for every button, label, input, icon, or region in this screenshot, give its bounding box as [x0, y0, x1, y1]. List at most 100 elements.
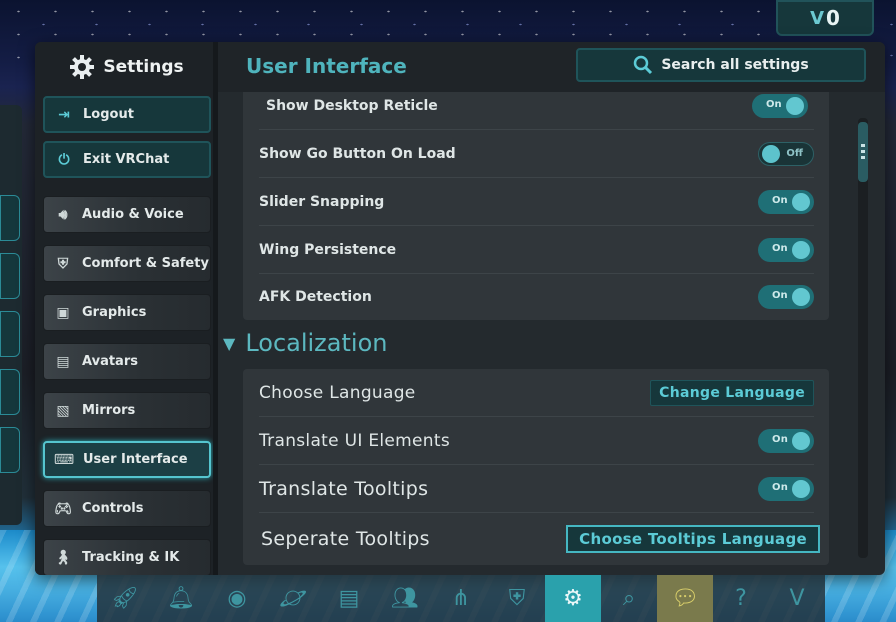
- shield-icon: ⛨: [57, 255, 69, 272]
- page-header: User Interface Search all settings: [218, 42, 885, 92]
- image-icon: ▣: [56, 304, 70, 321]
- sidebar-item-tracking-ik[interactable]: 🚶︎ Tracking & IK: [43, 539, 211, 575]
- shield-icon[interactable]: ⛨: [489, 575, 545, 622]
- setting-row: Translate UI Elements On: [259, 417, 814, 465]
- setting-row: Choose Language Change Language: [259, 369, 814, 417]
- figure-icon: 🚶︎: [54, 549, 72, 566]
- currency-balance[interactable]: V 0: [776, 0, 874, 36]
- sidebar-header: Settings: [35, 42, 218, 92]
- page-title: User Interface: [246, 54, 407, 78]
- setting-label: Seperate Tooltips: [261, 528, 430, 550]
- sidebar-item-user-interface[interactable]: ⌨ User Interface: [43, 441, 211, 478]
- sidebar-item-label: Mirrors: [82, 403, 136, 418]
- setting-label: Show Go Button On Load: [259, 145, 456, 162]
- help-icon[interactable]: ?: [713, 575, 769, 622]
- setting-row: Slider Snapping On: [259, 178, 814, 226]
- sidebar-item-label: Graphics: [82, 305, 147, 320]
- toggle-state: On: [772, 194, 788, 206]
- toggle-knob: [792, 479, 810, 498]
- toggle-state: On: [772, 433, 789, 445]
- setting-label: Translate Tooltips: [259, 477, 429, 500]
- ui-settings-card: Show Desktop Reticle On Show Go Button O…: [243, 92, 829, 320]
- slider-snapping-toggle[interactable]: On: [758, 189, 814, 214]
- setting-label: Show Desktop Reticle: [266, 97, 438, 114]
- power-icon: ⏻: [58, 151, 70, 168]
- grip-icon: [861, 144, 865, 160]
- quick-menu-dock: 🚀︎ 🔔︎ ◉ 🪐︎ ▤ 👥︎ ⋔ ⛨ ⚙ ⌕ 💬︎ ? V: [97, 575, 825, 622]
- setting-label: Choose Language: [259, 382, 416, 403]
- sidebar-item-label: Tracking & IK: [82, 550, 180, 565]
- toggle-knob: [786, 96, 804, 115]
- sidebar-item-label: Audio & Voice: [82, 207, 184, 222]
- sidebar-item-label: Avatars: [82, 354, 138, 369]
- sidebar-item-label: User Interface: [83, 452, 188, 467]
- wing-persistence-toggle[interactable]: On: [758, 237, 814, 262]
- rocket-icon[interactable]: 🚀︎: [97, 575, 153, 622]
- toggle-state: On: [772, 481, 789, 493]
- gear-icon: [69, 54, 95, 80]
- setting-row: Seperate Tooltips Choose Tooltips Langua…: [259, 515, 820, 563]
- logout-icon: ⇥: [58, 106, 70, 123]
- sidebar-item-mirrors[interactable]: ▧ Mirrors: [43, 392, 211, 429]
- setting-label: Translate UI Elements: [259, 430, 450, 451]
- background-chip: [0, 427, 20, 473]
- settings-sidebar: Settings ⇥ Logout ⏻ Exit VRChat 🔊︎ Audio…: [35, 42, 218, 575]
- gamepad-icon: 🎮︎: [54, 500, 72, 517]
- show-desktop-reticle-toggle[interactable]: On: [752, 93, 808, 118]
- toggle-state: Off: [786, 147, 803, 159]
- localization-section-header[interactable]: ▼ Localization: [223, 329, 387, 357]
- settings-window: Settings ⇥ Logout ⏻ Exit VRChat 🔊︎ Audio…: [35, 42, 885, 575]
- user-icon[interactable]: ◉: [209, 575, 265, 622]
- search-icon[interactable]: ⌕: [601, 575, 657, 622]
- show-go-button-toggle[interactable]: Off: [758, 141, 814, 166]
- search-all-settings-button[interactable]: Search all settings: [576, 48, 866, 82]
- credits-amount: 0: [826, 6, 840, 30]
- toggle-knob: [762, 144, 780, 163]
- planet-icon[interactable]: 🪐︎: [265, 575, 321, 622]
- sidebar-item-comfort-safety[interactable]: ⛨ Comfort & Safety: [43, 245, 211, 282]
- sidebar-item-controls[interactable]: 🎮︎ Controls: [43, 490, 211, 527]
- group-icon[interactable]: 👥︎: [377, 575, 433, 622]
- gear-icon[interactable]: ⚙: [545, 575, 601, 622]
- logout-button[interactable]: ⇥ Logout: [43, 96, 211, 133]
- search-icon: [634, 55, 653, 75]
- sidebar-item-label: Comfort & Safety: [82, 256, 209, 271]
- exit-vrchat-button[interactable]: ⏻ Exit VRChat: [43, 141, 211, 178]
- chat-plus-icon[interactable]: 💬︎: [657, 575, 713, 622]
- sidebar-title: Settings: [103, 57, 184, 77]
- network-icon[interactable]: ⋔: [433, 575, 489, 622]
- toggle-knob: [792, 192, 810, 211]
- vrchat-credits-icon: V: [810, 7, 824, 29]
- setting-row: AFK Detection On: [259, 274, 814, 320]
- toggle-knob: [792, 288, 810, 306]
- setting-label: AFK Detection: [259, 289, 372, 305]
- setting-row: Wing Persistence On: [259, 226, 814, 274]
- setting-row: Show Desktop Reticle On: [259, 92, 814, 130]
- translate-ui-toggle[interactable]: On: [758, 428, 814, 453]
- setting-label: Wing Persistence: [259, 241, 397, 258]
- afk-detection-toggle[interactable]: On: [758, 285, 814, 309]
- vrchat-logo-icon[interactable]: V: [769, 575, 825, 622]
- translate-tooltips-toggle[interactable]: On: [758, 476, 814, 501]
- background-chip: [0, 253, 20, 299]
- logout-label: Logout: [83, 107, 134, 122]
- background-chip: [0, 195, 20, 241]
- settings-content: Show Desktop Reticle On Show Go Button O…: [218, 92, 885, 575]
- toggle-state: On: [772, 242, 788, 254]
- chevron-down-icon: ▼: [223, 333, 236, 353]
- content-scrollbar[interactable]: [858, 118, 868, 558]
- sidebar-item-audio-voice[interactable]: 🔊︎ Audio & Voice: [43, 196, 211, 233]
- change-language-button[interactable]: Change Language: [650, 379, 814, 406]
- scrollbar-thumb[interactable]: [858, 122, 868, 182]
- choose-tooltips-language-button[interactable]: Choose Tooltips Language: [566, 525, 820, 553]
- avatar-icon[interactable]: ▤: [321, 575, 377, 622]
- setting-label: Slider Snapping: [259, 193, 385, 210]
- mirror-icon: ▧: [56, 402, 70, 419]
- exit-label: Exit VRChat: [83, 152, 170, 167]
- bell-icon[interactable]: 🔔︎: [153, 575, 209, 622]
- sidebar-item-graphics[interactable]: ▣ Graphics: [43, 294, 211, 331]
- toggle-state: On: [766, 98, 782, 110]
- toggle-state: On: [772, 290, 788, 301]
- speaker-icon: 🔊︎: [58, 206, 68, 223]
- sidebar-item-avatars[interactable]: ▤ Avatars: [43, 343, 211, 380]
